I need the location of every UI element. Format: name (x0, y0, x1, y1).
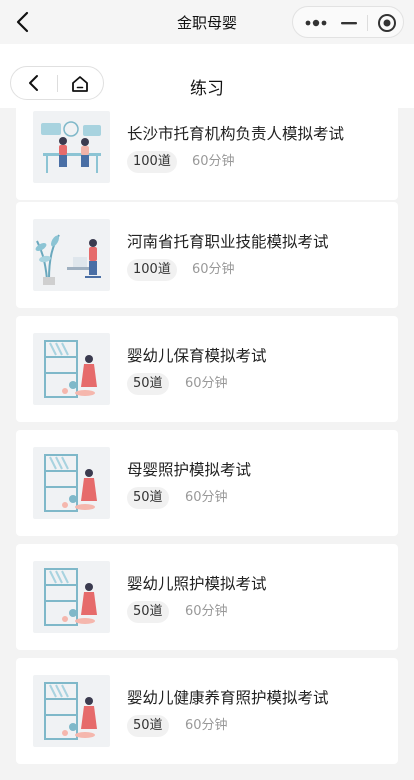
close-target-icon[interactable] (377, 13, 397, 33)
exam-card[interactable]: 婴幼儿照护模拟考试 50道 60分钟 (16, 544, 398, 650)
mother-baby-shelf-illustration (33, 333, 110, 405)
exam-duration: 60分钟 (185, 490, 228, 505)
page-header: 练习 (0, 44, 414, 108)
exam-duration: 60分钟 (192, 262, 235, 277)
exam-duration: 60分钟 (185, 376, 228, 391)
menu-capsule (292, 6, 404, 38)
question-count-badge: 50道 (127, 487, 169, 509)
exam-card[interactable]: 婴幼儿健康养育照护模拟考试 50道 60分钟 (16, 658, 398, 764)
question-count-badge: 100道 (127, 151, 177, 173)
minimize-icon[interactable] (339, 15, 359, 31)
exam-card[interactable]: 母婴照护模拟考试 50道 60分钟 (16, 430, 398, 536)
exam-duration: 60分钟 (185, 604, 228, 619)
exam-duration: 60分钟 (185, 718, 228, 733)
capsule-divider (367, 15, 368, 31)
mini-program-bar: 金职母婴 (0, 0, 414, 44)
question-count-badge: 50道 (127, 373, 169, 395)
question-count-badge: 50道 (127, 601, 169, 623)
exam-list: 长沙市托育机构负责人模拟考试 100道 60分钟 河南省托育职业技能模拟考试 1… (0, 108, 414, 780)
mother-baby-shelf-illustration (33, 675, 110, 747)
exam-card[interactable]: 婴幼儿保育模拟考试 50道 60分钟 (16, 316, 398, 422)
exam-title: 河南省托育职业技能模拟考试 (127, 233, 329, 251)
exam-title: 婴幼儿保育模拟考试 (127, 347, 267, 365)
office-meeting-illustration (33, 111, 110, 183)
mother-baby-shelf-illustration (33, 447, 110, 519)
exam-title: 母婴照护模拟考试 (127, 461, 252, 479)
question-count-badge: 100道 (127, 259, 177, 281)
exam-title: 长沙市托育机构负责人模拟考试 (127, 125, 345, 143)
exam-card[interactable]: 河南省托育职业技能模拟考试 100道 60分钟 (16, 202, 398, 308)
question-count-badge: 50道 (127, 715, 169, 737)
woman-laptop-plant-illustration (33, 219, 110, 291)
exam-title: 婴幼儿照护模拟考试 (127, 575, 267, 593)
mother-baby-shelf-illustration (33, 561, 110, 633)
more-icon[interactable] (303, 15, 329, 31)
exam-card[interactable]: 长沙市托育机构负责人模拟考试 100道 60分钟 (16, 108, 398, 200)
page-title: 练习 (190, 79, 224, 99)
exam-duration: 60分钟 (192, 154, 235, 169)
exam-title: 婴幼儿健康养育照护模拟考试 (127, 689, 329, 707)
